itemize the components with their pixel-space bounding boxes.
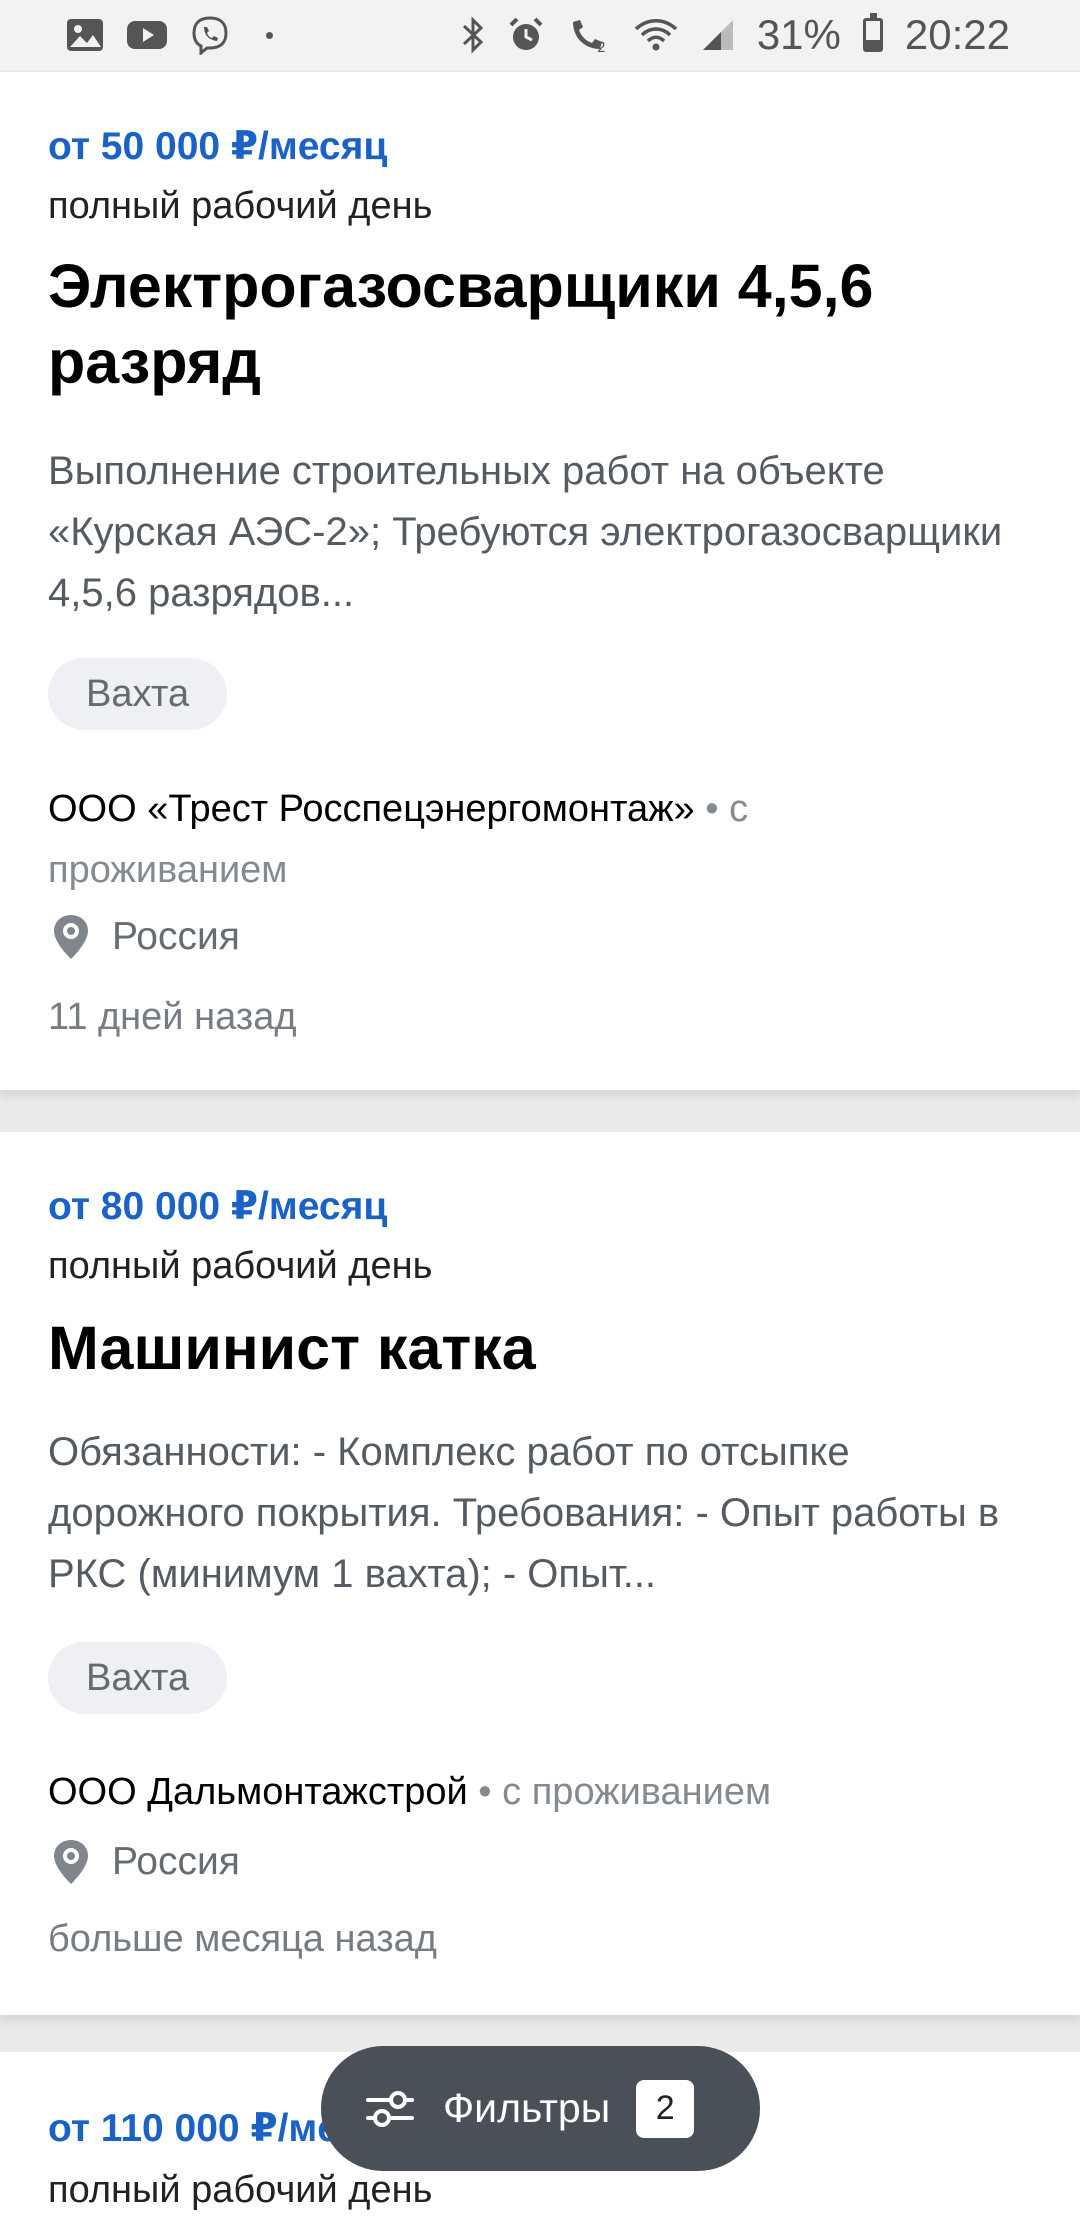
- tag-vakhta[interactable]: Вахта: [48, 658, 228, 730]
- company-line: ООО Дальмонтажстрой • с проживанием: [48, 1762, 978, 1823]
- status-bar-left: [66, 15, 273, 55]
- filters-count-badge: 2: [636, 2079, 695, 2138]
- signal-icon: [702, 20, 733, 50]
- wifi-icon: [634, 19, 678, 51]
- job-title[interactable]: Электрогазосварщики 4,5,6 разряд: [48, 248, 1008, 400]
- location-text: Россия: [112, 1840, 240, 1883]
- viber-icon: [192, 16, 228, 55]
- company-line: ООО «Трест Росспецэнергомонтаж» • с прож…: [48, 779, 978, 901]
- posted-age: больше месяца назад: [48, 1918, 437, 1960]
- schedule: полный рабочий день: [48, 1245, 433, 1287]
- job-card[interactable]: от 50 000 ₽/месяц полный рабочий день Эл…: [0, 72, 1080, 1090]
- status-bar-right: 2 31% 20:22: [461, 11, 1010, 59]
- filters-label: Фильтры: [443, 2085, 611, 2131]
- posted-age: 11 дней назад: [48, 996, 297, 1038]
- alarm-icon: [509, 17, 543, 50]
- gallery-icon: [67, 19, 103, 51]
- wifi-call-icon: 2: [572, 20, 606, 54]
- battery-icon: [862, 13, 883, 52]
- job-title[interactable]: Машинист катка: [48, 1310, 1008, 1386]
- job-card[interactable]: от 80 000 ₽/месяц полный рабочий день Ма…: [0, 1132, 1080, 2015]
- sliders-icon: [366, 2090, 414, 2127]
- salary: от 50 000 ₽/месяц: [48, 125, 388, 168]
- job-description: Выполнение строительных работ на объекте…: [48, 449, 1003, 615]
- location-pin-icon: [54, 915, 88, 959]
- company-meta: • с проживанием: [467, 1771, 772, 1813]
- location: Россия: [48, 1837, 240, 1887]
- location-text: Россия: [112, 915, 240, 958]
- location-pin-icon: [54, 1840, 88, 1884]
- tag-vakhta[interactable]: Вахта: [48, 1642, 228, 1714]
- filters-button[interactable]: Фильтры 2: [321, 2046, 760, 2171]
- svg-text:2: 2: [597, 40, 606, 54]
- youtube-icon: [127, 21, 167, 49]
- company-name[interactable]: ООО Дальмонтажстрой: [48, 1771, 468, 1813]
- schedule: полный рабочий день: [48, 2169, 433, 2211]
- status-bar: 2 31% 20:22: [0, 0, 1080, 70]
- company-name[interactable]: ООО «Трест Росспецэнергомонтаж»: [48, 788, 695, 830]
- notification-dot: [266, 31, 273, 39]
- clock: 20:22: [904, 11, 1010, 58]
- battery-percent: 31%: [756, 11, 841, 58]
- salary: от 80 000 ₽/месяц: [48, 1185, 388, 1228]
- schedule: полный рабочий день: [48, 185, 433, 227]
- bluetooth-icon: [462, 16, 483, 54]
- job-description: Обязанности: - Комплекс работ по отсыпке…: [48, 1430, 1000, 1596]
- location: Россия: [48, 912, 240, 962]
